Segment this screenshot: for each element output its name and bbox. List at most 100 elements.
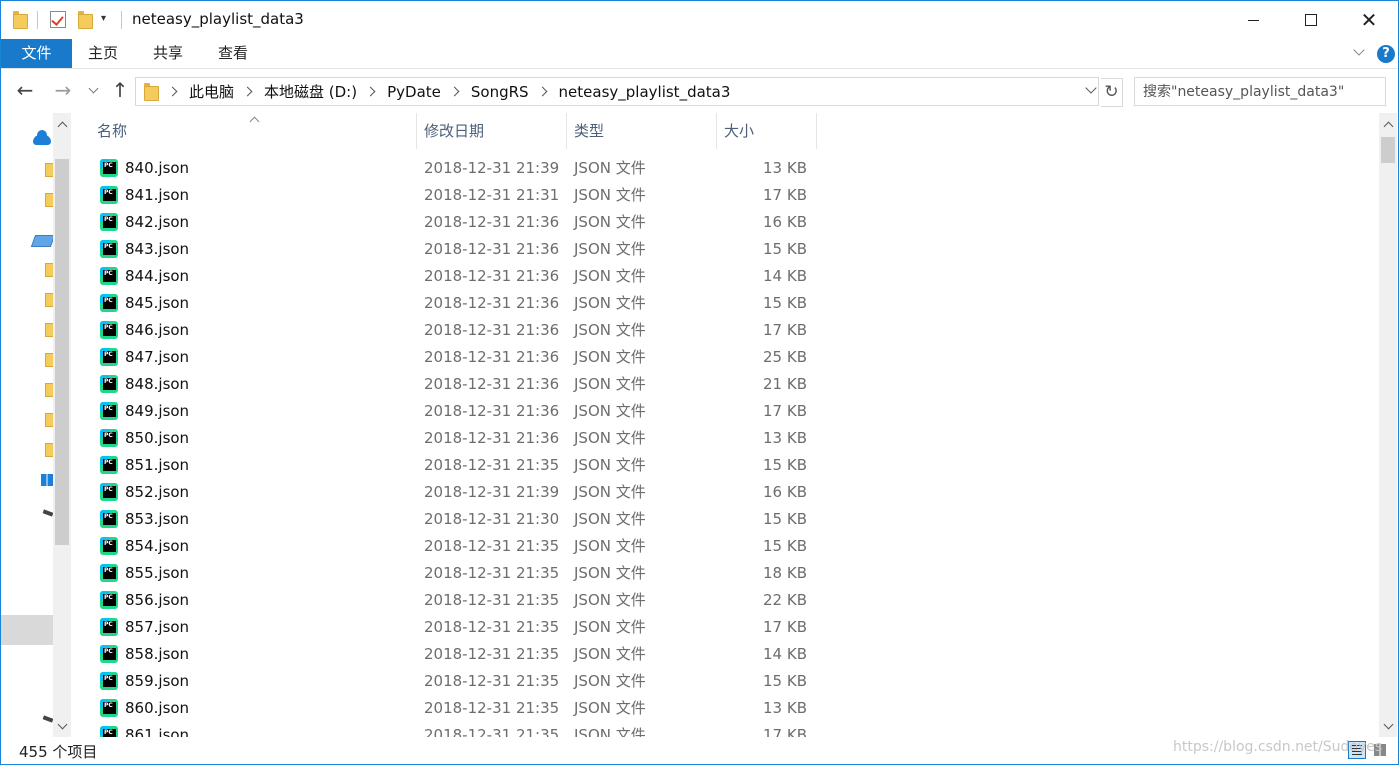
address-bar[interactable]: 此电脑 本地磁盘 (D:) PyDate SongRS neteasy_play… [135, 77, 1099, 106]
search-input[interactable] [1134, 77, 1386, 106]
tab-file[interactable]: 文件 [1, 39, 72, 68]
table-row[interactable]: 850.json 2018-12-31 21:36 JSON 文件 13 KB [71, 425, 1379, 452]
file-list-scrollbar[interactable] [1379, 113, 1397, 737]
table-row[interactable]: 845.json 2018-12-31 21:36 JSON 文件 15 KB [71, 290, 1379, 317]
breadcrumb-chevron-icon[interactable] [163, 78, 185, 105]
navigation-pane-scrollbar[interactable] [53, 113, 71, 737]
forward-button[interactable]: → [51, 79, 75, 103]
table-row[interactable]: 847.json 2018-12-31 21:36 JSON 文件 25 KB [71, 344, 1379, 371]
table-row[interactable]: 852.json 2018-12-31 21:39 JSON 文件 16 KB [71, 479, 1379, 506]
table-row[interactable]: 841.json 2018-12-31 21:31 JSON 文件 17 KB [71, 182, 1379, 209]
table-row[interactable]: 849.json 2018-12-31 21:36 JSON 文件 17 KB [71, 398, 1379, 425]
scroll-up-icon[interactable] [1383, 119, 1393, 129]
nav-item-this-pc[interactable] [1, 227, 56, 257]
breadcrumb-local-disk[interactable]: 本地磁盘 (D:) [260, 81, 361, 102]
tab-home[interactable]: 主页 [72, 39, 134, 68]
title-bar: ▾ neteasy_playlist_data3 ✕ [1, 1, 1398, 39]
file-rows: 840.json 2018-12-31 21:39 JSON 文件 13 KB 841.… [71, 155, 1379, 737]
file-size: 14 KB [763, 267, 807, 285]
file-list: 名称 修改日期 类型 大小 840.json 2018-12-31 21:39 JS… [71, 113, 1379, 737]
column-header-date[interactable]: 修改日期 [416, 113, 566, 149]
nav-item-folder[interactable] [1, 285, 53, 315]
file-size: 22 KB [763, 591, 807, 609]
refresh-button[interactable]: ↻ [1101, 78, 1123, 107]
nav-item-selected[interactable] [1, 615, 53, 645]
new-folder-icon[interactable] [78, 11, 93, 29]
nav-item-drive[interactable] [1, 499, 54, 529]
nav-item-folder[interactable] [1, 185, 53, 215]
scrollbar-thumb[interactable] [1381, 137, 1395, 163]
nav-item-drive[interactable] [1, 705, 54, 735]
breadcrumb-chevron-icon[interactable] [533, 78, 555, 105]
back-button[interactable]: ← [13, 79, 37, 103]
table-row[interactable]: 853.json 2018-12-31 21:30 JSON 文件 15 KB [71, 506, 1379, 533]
table-row[interactable]: 861.json 2018-12-31 21:35 JSON 文件 17 KB [71, 722, 1379, 737]
nav-item-folder[interactable] [1, 435, 53, 465]
file-type: JSON 文件 [574, 483, 646, 501]
scroll-up-icon[interactable] [57, 119, 67, 129]
up-button[interactable]: ↑ [108, 79, 132, 103]
nav-item-folder[interactable] [1, 405, 53, 435]
nav-item-folder[interactable] [1, 375, 53, 405]
scroll-down-icon[interactable] [57, 721, 67, 731]
file-type: JSON 文件 [574, 186, 646, 204]
nav-item-folder[interactable] [1, 315, 53, 345]
scroll-down-icon[interactable] [1383, 721, 1393, 731]
maximize-button[interactable] [1282, 1, 1340, 39]
close-button[interactable]: ✕ [1340, 1, 1398, 39]
recent-locations-dropdown-icon[interactable] [87, 81, 101, 101]
nav-item-windows-drive[interactable] [1, 465, 53, 495]
column-header-name[interactable]: 名称 [89, 113, 415, 149]
table-row[interactable]: 857.json 2018-12-31 21:35 JSON 文件 17 KB [71, 614, 1379, 641]
onedrive-icon [33, 130, 51, 145]
nav-item-folder[interactable] [1, 255, 53, 285]
address-history-dropdown-icon[interactable] [1084, 78, 1100, 106]
table-row[interactable]: 851.json 2018-12-31 21:35 JSON 文件 15 KB [71, 452, 1379, 479]
folder-icon [45, 293, 53, 307]
table-row[interactable]: 860.json 2018-12-31 21:35 JSON 文件 13 KB [71, 695, 1379, 722]
file-name: 856.json [125, 591, 190, 609]
file-name: 849.json [125, 402, 190, 420]
help-icon[interactable]: ? [1377, 45, 1395, 63]
table-row[interactable]: 842.json 2018-12-31 21:36 JSON 文件 16 KB [71, 209, 1379, 236]
file-modified-date: 2018-12-31 21:30 [424, 510, 560, 528]
breadcrumb-chevron-icon[interactable] [361, 78, 383, 105]
file-type: JSON 文件 [574, 348, 646, 366]
column-header-size[interactable]: 大小 [716, 113, 816, 149]
tab-share[interactable]: 共享 [137, 39, 199, 68]
minimize-button[interactable] [1224, 1, 1282, 39]
nav-item-folder[interactable] [1, 345, 53, 375]
table-row[interactable]: 840.json 2018-12-31 21:39 JSON 文件 13 KB [71, 155, 1379, 182]
breadcrumb-songrs[interactable]: SongRS [467, 83, 533, 101]
folder-icon [45, 163, 53, 177]
column-header-type[interactable]: 类型 [566, 113, 716, 149]
breadcrumb-pydate[interactable]: PyDate [383, 83, 445, 101]
file-name: 858.json [125, 645, 190, 663]
breadcrumb-this-pc[interactable]: 此电脑 [185, 81, 238, 102]
table-row[interactable]: 848.json 2018-12-31 21:36 JSON 文件 21 KB [71, 371, 1379, 398]
table-row[interactable]: 855.json 2018-12-31 21:35 JSON 文件 18 KB [71, 560, 1379, 587]
breadcrumb-chevron-icon[interactable] [445, 78, 467, 105]
table-row[interactable]: 859.json 2018-12-31 21:35 JSON 文件 15 KB [71, 668, 1379, 695]
column-divider[interactable] [816, 113, 817, 149]
properties-icon[interactable] [50, 11, 66, 28]
table-row[interactable]: 843.json 2018-12-31 21:36 JSON 文件 15 KB [71, 236, 1379, 263]
file-name: 854.json [125, 537, 190, 555]
table-row[interactable]: 856.json 2018-12-31 21:35 JSON 文件 22 KB [71, 587, 1379, 614]
file-type: JSON 文件 [574, 645, 646, 663]
breadcrumb-chevron-icon[interactable] [238, 78, 260, 105]
tab-view[interactable]: 查看 [202, 39, 264, 68]
expand-ribbon-icon[interactable] [1353, 46, 1367, 60]
table-row[interactable]: 858.json 2018-12-31 21:35 JSON 文件 14 KB [71, 641, 1379, 668]
table-row[interactable]: 854.json 2018-12-31 21:35 JSON 文件 15 KB [71, 533, 1379, 560]
breadcrumb-current-folder[interactable]: neteasy_playlist_data3 [555, 83, 735, 101]
table-row[interactable]: 846.json 2018-12-31 21:36 JSON 文件 17 KB [71, 317, 1379, 344]
nav-item-onedrive[interactable] [1, 125, 53, 155]
file-size: 15 KB [763, 456, 807, 474]
table-row[interactable]: 844.json 2018-12-31 21:36 JSON 文件 14 KB [71, 263, 1379, 290]
nav-item-folder[interactable] [1, 155, 53, 185]
folder-icon [45, 323, 53, 337]
folder-icon [45, 263, 53, 277]
quick-access-dropdown-icon[interactable]: ▾ [101, 13, 106, 24]
scrollbar-thumb[interactable] [55, 159, 69, 545]
